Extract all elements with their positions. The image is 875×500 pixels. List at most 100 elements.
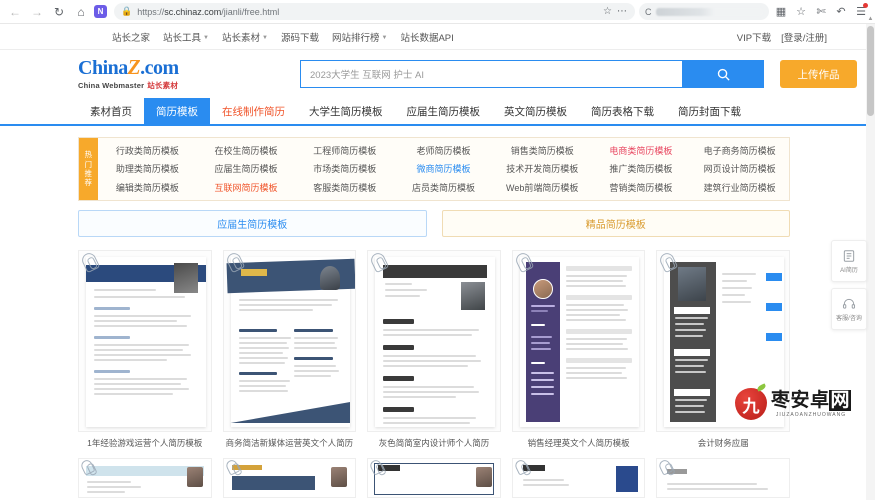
hot-cat-5[interactable]: 互联网简历模板: [197, 178, 296, 197]
hot-cat-20[interactable]: 建筑行业简历模板: [690, 178, 789, 197]
tab-label-2: 在线制作简历: [222, 105, 285, 118]
upload-work-button[interactable]: 上传作品: [780, 60, 857, 88]
side-tab-marker: [766, 273, 782, 281]
topnav-item-5[interactable]: 站长数据API: [400, 30, 453, 44]
hot-cat-2[interactable]: 编辑类简历模板: [98, 178, 197, 197]
vip-download-link[interactable]: VIP下载: [737, 30, 771, 44]
template-thumbnail[interactable]: [367, 250, 501, 432]
tab-label-6: 简历表格下载: [591, 105, 654, 118]
apps-grid-icon[interactable]: ▦: [773, 4, 789, 20]
template-card[interactable]: 销售经理英文个人简历模板: [511, 250, 646, 449]
tab-online-resume-builder[interactable]: 在线制作简历: [210, 98, 297, 124]
hot-cat-16[interactable]: 推广类简历模板: [592, 160, 691, 179]
address-bar[interactable]: 🔒 https://sc.chinaz.com/jianli/free.html…: [114, 3, 635, 20]
hot-cat-13[interactable]: 技术开发简历模板: [493, 160, 592, 179]
hot-cat-19[interactable]: 网页设计简历模板: [690, 160, 789, 179]
logo-text-z: Z: [127, 55, 141, 79]
tab-english-resume[interactable]: 英文简历模板: [492, 98, 579, 124]
forward-arrow-icon[interactable]: →: [28, 3, 46, 21]
reload-icon[interactable]: ↻: [50, 3, 68, 21]
template-section-button: [674, 389, 711, 396]
template-thumbnail[interactable]: [222, 250, 357, 432]
hot-cat-18[interactable]: 电子商务简历模板: [690, 141, 789, 160]
ai-resume-widget[interactable]: AI简历: [831, 240, 867, 282]
page-scrollbar[interactable]: ▲: [866, 16, 875, 500]
hot-cat-4[interactable]: 应届生简历模板: [197, 160, 296, 179]
scroll-up-arrow[interactable]: ▲: [866, 14, 875, 24]
search-submit-button[interactable]: [682, 60, 764, 88]
tab-resume-covers[interactable]: 简历封面下载: [666, 98, 753, 124]
tab-material-home[interactable]: 素材首页: [78, 98, 144, 124]
tab-college-student[interactable]: 大学生简历模板: [297, 98, 395, 124]
hot-cat-11[interactable]: 店员类简历模板: [394, 178, 493, 197]
hot-cat-14[interactable]: Web前端简历模板: [493, 178, 592, 197]
hot-cat-1[interactable]: 助理类简历模板: [98, 160, 197, 179]
scrollbar-thumb[interactable]: [867, 26, 874, 116]
customer-service-widget[interactable]: 客服/咨询: [831, 288, 867, 330]
chevron-down-icon: ▼: [262, 34, 268, 41]
topnav-label-0: 站长之家: [112, 32, 151, 44]
tab-resume-templates[interactable]: 简历模板: [144, 98, 210, 124]
hot-cat-7[interactable]: 市场类简历模板: [295, 160, 394, 179]
template-card[interactable]: [511, 458, 646, 498]
template-footer-shape: [230, 402, 351, 423]
undo-icon[interactable]: ↶: [833, 4, 849, 20]
template-card[interactable]: [222, 458, 357, 498]
scissors-icon[interactable]: ✄: [813, 4, 829, 20]
login-register-link[interactable]: [登录/注册]: [781, 30, 827, 44]
extension-icon[interactable]: N: [94, 5, 107, 18]
home-icon[interactable]: ⌂: [72, 3, 90, 21]
template-card[interactable]: [367, 458, 501, 498]
topnav-item-1[interactable]: 站长工具 ▼: [163, 30, 209, 44]
more-options-icon[interactable]: ⋯: [617, 6, 628, 17]
template-section-button: [674, 307, 711, 314]
template-thumbnail[interactable]: [511, 250, 646, 432]
hot-cat-17[interactable]: 营销类简历模板: [592, 178, 691, 197]
topnav-item-3[interactable]: 源码下载: [281, 30, 319, 44]
star-icon[interactable]: ☆: [603, 6, 612, 17]
tab-fresh-graduate[interactable]: 应届生简历模板: [395, 98, 493, 124]
site-top-navigation: 站长之家 站长工具 ▼ 站长素材 ▼ 源码下载 网站排行榜 ▼ 站长数据API VIP…: [0, 24, 875, 50]
promo-fresh-graduate[interactable]: 应届生简历模板: [78, 210, 427, 237]
side-tab-marker: [766, 303, 782, 311]
template-card[interactable]: 灰色简简室内设计师个人简历: [367, 250, 501, 449]
topnav-label-3: 源码下载: [280, 32, 319, 44]
template-header-band: [383, 265, 487, 278]
template-card[interactable]: [656, 458, 790, 498]
tab-label-1: 简历模板: [156, 105, 198, 118]
template-portrait: [475, 467, 492, 487]
topnav-item-0[interactable]: 站长之家: [112, 30, 150, 44]
hot-cat-9[interactable]: 老师简历模板: [394, 141, 493, 160]
template-thumbnail[interactable]: [78, 250, 212, 432]
template-portrait: [186, 467, 203, 487]
floating-side-widgets: AI简历 客服/咨询: [831, 240, 867, 330]
back-arrow-icon[interactable]: ←: [6, 3, 24, 21]
hot-cat-15[interactable]: 电商类简历模板: [592, 141, 691, 160]
template-card[interactable]: [78, 458, 212, 498]
topnav-item-4[interactable]: 网站排行榜 ▼: [332, 30, 387, 44]
hot-cat-6[interactable]: 工程师简历模板: [295, 141, 394, 160]
paperclip-icon: [513, 459, 530, 476]
template-card[interactable]: 1年经验游戏运营个人简历模板: [78, 250, 212, 449]
hot-cat-8[interactable]: 客服类简历模板: [295, 178, 394, 197]
hot-cat-3[interactable]: 在校生简历模板: [197, 141, 296, 160]
search-input[interactable]: 2023大学生 互联网 护士 AI: [300, 60, 682, 88]
tab-label-5: 英文简历模板: [504, 105, 567, 118]
browser-search-box[interactable]: C: [639, 3, 769, 20]
collections-icon[interactable]: ☆: [793, 4, 809, 20]
paperclip-icon: [368, 459, 385, 476]
template-caption: 1年经验游戏运营个人简历模板: [87, 438, 203, 448]
tab-resume-forms[interactable]: 简历表格下载: [579, 98, 666, 124]
url-text: https://sc.chinaz.com/jianli/free.html: [137, 7, 598, 17]
hot-cat-0[interactable]: 行政类简历模板: [98, 141, 197, 160]
hot-cat-12[interactable]: 销售类简历模板: [493, 141, 592, 160]
watermark-text-group: 枣安卓网 JIUZAOANZHUOWANG: [771, 389, 851, 418]
site-logo[interactable]: ChinaZ.com China Webmaster 站长素材: [78, 57, 238, 91]
hot-cat-10[interactable]: 微商简历模板: [394, 160, 493, 179]
template-card[interactable]: 商务简洁新媒体运营英文个人简历: [222, 250, 357, 449]
url-path: /jianli/free.html: [221, 6, 280, 17]
paperclip-icon: [79, 459, 96, 476]
topnav-item-2[interactable]: 站长素材 ▼: [222, 30, 268, 44]
promo-premium-resume[interactable]: 精品简历模板: [441, 210, 790, 237]
topnav-label-4: 网站排行榜: [331, 32, 380, 44]
